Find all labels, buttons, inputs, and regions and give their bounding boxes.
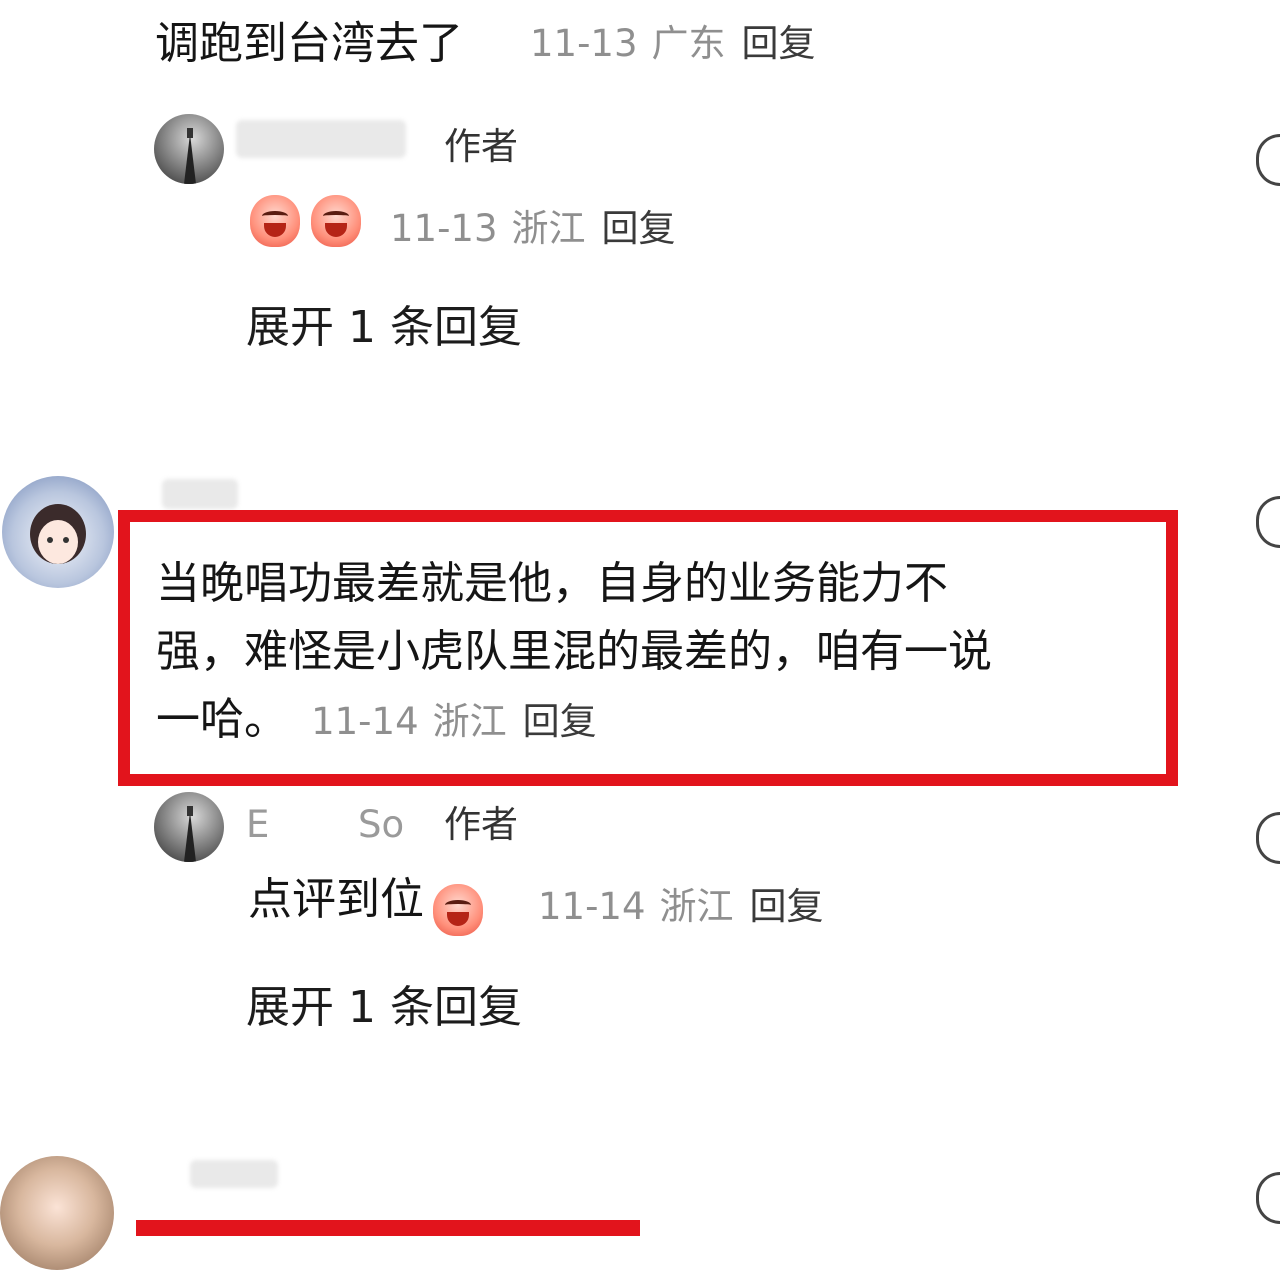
comment-text-line: 当晚唱功最差就是他，自身的业务能力不 — [156, 558, 948, 609]
highlight-box-partial — [136, 1220, 640, 1236]
comment-date: 11-13 — [530, 22, 638, 65]
comment-date: 11-14 — [538, 885, 646, 928]
comment-location: 广东 — [651, 22, 726, 65]
like-heart-icon[interactable] — [1256, 1172, 1280, 1224]
comment-location: 浙江 — [432, 700, 507, 743]
comment-meta: 11-13 广东 回复 — [530, 25, 816, 62]
comment-meta: 11-14 浙江 回复 — [311, 700, 597, 743]
avatar[interactable] — [2, 476, 114, 588]
author-tag: 作者 — [444, 803, 518, 846]
comment-text-line: 强，难怪是小虎队里混的最差的，咱有一说 — [156, 626, 992, 677]
like-heart-icon[interactable] — [1256, 496, 1280, 548]
author-name: E — [246, 803, 270, 846]
author-name-blurred — [190, 1160, 278, 1188]
comment-date: 11-13 — [390, 207, 498, 250]
avatar[interactable] — [0, 1156, 114, 1270]
like-heart-icon[interactable] — [1256, 134, 1280, 186]
reply-button[interactable]: 回复 — [750, 885, 824, 928]
author-name-blurred — [162, 479, 238, 509]
comment-text: 点评到位 — [248, 874, 424, 925]
comment-text: 调跑到台湾去了 — [155, 18, 463, 69]
expand-replies-button[interactable]: 展开 1 条回复 — [246, 986, 522, 1030]
comment-text-line: 一哈。 11-14 浙江 回复 — [156, 698, 597, 742]
comment-body: 点评到位 — [248, 878, 484, 936]
tower-image-icon — [184, 128, 196, 184]
laugh-emoji-icon — [311, 195, 362, 247]
reply-button[interactable]: 回复 — [523, 700, 597, 743]
anime-girl-avatar-icon — [30, 504, 86, 564]
tower-image-icon — [184, 806, 196, 862]
laugh-emoji-icon — [250, 195, 300, 247]
avatar[interactable] — [154, 114, 224, 184]
comment-text: 一哈。 — [156, 694, 288, 745]
comment-body — [250, 195, 362, 247]
reply-button[interactable]: 回复 — [602, 207, 676, 250]
expand-replies-button[interactable]: 展开 1 条回复 — [246, 306, 522, 350]
avatar[interactable] — [154, 792, 224, 862]
reply-button[interactable]: 回复 — [742, 22, 816, 65]
author-tag: 作者 — [444, 125, 518, 168]
like-heart-icon[interactable] — [1256, 812, 1280, 864]
comment-location: 浙江 — [659, 885, 734, 928]
author-name-blurred — [236, 120, 406, 158]
comment-meta: 11-14 浙江 回复 — [538, 888, 824, 925]
laugh-emoji-icon — [433, 883, 484, 936]
comment-meta: 11-13 浙江 回复 — [390, 210, 676, 247]
comment-location: 浙江 — [511, 207, 586, 250]
author-name: So — [358, 803, 405, 846]
comment-date: 11-14 — [311, 700, 419, 743]
